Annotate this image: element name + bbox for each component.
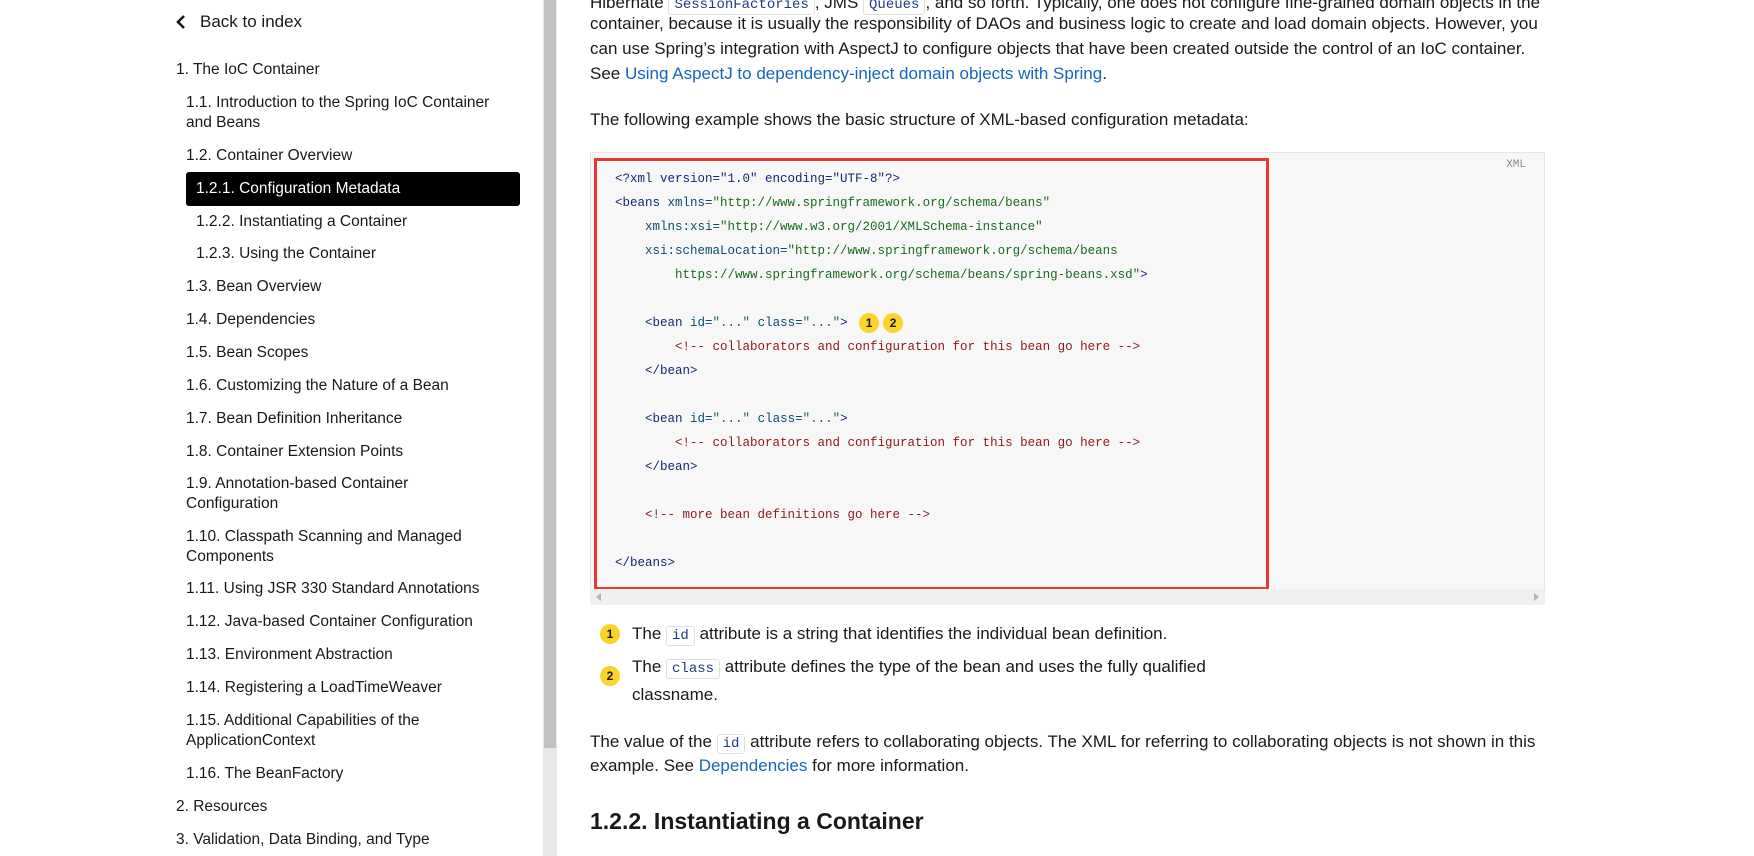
toc-item-1-8[interactable]: 1.8. Container Extension Points (186, 442, 403, 462)
note-text: classname. (632, 685, 718, 704)
toc-item-1-2-3[interactable]: 1.2.3. Using the Container (196, 244, 376, 264)
intro-line-4: See Using AspectJ to dependency-inject d… (590, 61, 1550, 86)
callout-1-badge: 1 (600, 624, 620, 644)
code-language-label: XML (1506, 159, 1526, 171)
toc-item-1-15-cont[interactable]: ApplicationContext (186, 731, 315, 751)
intro-text: . (1102, 64, 1107, 83)
value-text: The value of the (590, 732, 717, 751)
intro-line-3: can use Spring’s integration with Aspect… (590, 39, 1526, 58)
toc-item-1-13[interactable]: 1.13. Environment Abstraction (186, 645, 393, 665)
note-text: The (632, 624, 667, 643)
toc-item-1-6[interactable]: 1.6. Customizing the Nature of a Bean (186, 376, 449, 396)
toc-item-1-1[interactable]: 1.1. Introduction to the Spring IoC Cont… (186, 93, 489, 113)
toc-item-1-10[interactable]: 1.10. Classpath Scanning and Managed (186, 527, 462, 547)
toc-item-1-14[interactable]: 1.14. Registering a LoadTimeWeaver (186, 678, 442, 698)
section-heading-instantiating: 1.2.2. Instantiating a Container (590, 808, 924, 834)
toc-item-1-12[interactable]: 1.12. Java-based Container Configuration (186, 612, 473, 632)
callout-2-badge: 2 (600, 666, 620, 686)
example-intro: The following example shows the basic st… (590, 110, 1249, 129)
note-text: attribute is a string that identifies th… (694, 624, 1168, 643)
intro-line-2: container, because it is usually the res… (590, 14, 1538, 33)
toc-item-1-10-cont[interactable]: Components (186, 547, 274, 567)
inline-code-class: class (666, 659, 721, 679)
inline-code-id: id (666, 626, 695, 646)
toc-item-resources[interactable]: 2. Resources (176, 797, 267, 817)
back-to-index-link[interactable]: Back to index (174, 12, 302, 32)
highlight-box (594, 158, 1269, 590)
toc-item-1-4[interactable]: 1.4. Dependencies (186, 310, 315, 330)
callout-note-2-text: The class attribute defines the type of … (632, 654, 1212, 707)
toc-item-1-9[interactable]: 1.9. Annotation-based Container (186, 474, 408, 494)
toc-item-1-15[interactable]: 1.15. Additional Capabilities of the (186, 711, 420, 731)
toc-item-validation[interactable]: 3. Validation, Data Binding, and Type (176, 830, 430, 850)
sidebar-scrollbar-thumb[interactable] (544, 0, 556, 748)
intro-text: See (590, 64, 625, 83)
callout-note-1-text: The id attribute is a string that identi… (632, 621, 1167, 649)
toc-item-ioc-container[interactable]: 1. The IoC Container (176, 60, 320, 80)
inline-code-id: id (716, 734, 746, 754)
back-to-index-label: Back to index (200, 12, 303, 31)
toc-item-1-9-cont[interactable]: Configuration (186, 494, 278, 514)
toc-item-1-2-1-active[interactable]: 1.2.1. Configuration Metadata (186, 172, 520, 206)
aspectj-link[interactable]: Using AspectJ to dependency-inject domai… (625, 64, 1102, 83)
value-text: example. See (590, 756, 699, 775)
toc-item-1-2-2[interactable]: 1.2.2. Instantiating a Container (196, 212, 407, 232)
scroll-left-arrow-icon[interactable] (596, 593, 601, 601)
callout-note-1: 1 The id attribute is a string that iden… (600, 621, 1167, 649)
toc-item-1-11[interactable]: 1.11. Using JSR 330 Standard Annotations (186, 579, 480, 599)
toc-item-1-7[interactable]: 1.7. Bean Definition Inheritance (186, 409, 402, 429)
chevron-left-icon (176, 15, 185, 29)
value-text: attribute refers to collaborating object… (745, 732, 1536, 751)
code-horizontal-scrollbar[interactable] (590, 589, 1545, 605)
sidebar-toc: Back to index 1. The IoC Container 1.1. … (0, 0, 545, 856)
callout-note-2: 2 The class attribute defines the type o… (600, 654, 1212, 707)
sidebar-scrollbar[interactable] (543, 0, 557, 856)
toc-item-1-2[interactable]: 1.2. Container Overview (186, 146, 352, 166)
scroll-right-arrow-icon[interactable] (1534, 593, 1539, 601)
value-text: for more information. (807, 756, 969, 775)
toc-item-1-1-cont[interactable]: and Beans (186, 113, 260, 133)
dependencies-link[interactable]: Dependencies (699, 756, 808, 775)
value-paragraph-line-2: example. See Dependencies for more infor… (590, 753, 1550, 778)
note-text: attribute defines the type of the bean a… (720, 657, 1206, 676)
note-text: The (632, 657, 667, 676)
toc-item-1-16[interactable]: 1.16. The BeanFactory (186, 764, 343, 784)
toc-item-1-3[interactable]: 1.3. Bean Overview (186, 277, 321, 297)
toc-item-1-5[interactable]: 1.5. Bean Scopes (186, 343, 308, 363)
